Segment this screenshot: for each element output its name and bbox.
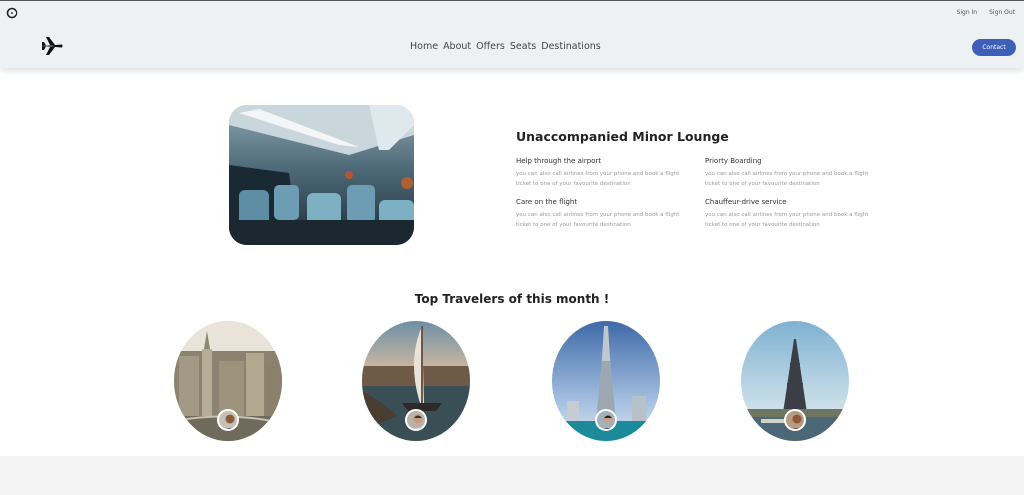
feature-desc-line1: you can also call airlines from your pho… <box>705 212 869 218</box>
feature-chauffeur-drive: Chauffeur-drive service you can also cal… <box>705 198 880 230</box>
feature-title: Chauffeur-drive service <box>705 198 787 206</box>
feature-desc-line1: you can also call airlines from your pho… <box>516 171 680 177</box>
traveler-card-dubai[interactable] <box>552 321 660 441</box>
feature-desc-line2: ticket to one of your favourite destinat… <box>705 222 820 228</box>
traveler-avatar <box>217 409 239 431</box>
traveler-avatar <box>784 409 806 431</box>
nav-offers[interactable]: Offers <box>476 41 505 52</box>
nav-about[interactable]: About <box>443 41 471 52</box>
traveler-avatar <box>405 409 427 431</box>
account-links: Sign In Sign Out <box>957 9 1015 16</box>
feature-title: Priorty Boarding <box>705 157 762 165</box>
sign-in-link[interactable]: Sign In <box>957 9 978 16</box>
nav-seats[interactable]: Seats <box>510 41 536 52</box>
contact-button[interactable]: Contact <box>972 39 1016 56</box>
feature-desc-line1: you can also call airlines from your pho… <box>516 212 680 218</box>
lounge-title: Unaccompanied Minor Lounge <box>516 129 729 144</box>
footer-band <box>0 456 1024 495</box>
feature-desc-line1: you can also call airlines from your pho… <box>705 171 869 177</box>
feature-priority-boarding: Priorty Boarding you can also call airli… <box>705 157 880 189</box>
feature-airport-help: Help through the airport you can also ca… <box>516 157 691 189</box>
feature-title: Help through the airport <box>516 157 602 165</box>
feature-desc-line2: ticket to one of your favourite destinat… <box>705 181 820 187</box>
feature-title: Care on the flight <box>516 198 578 206</box>
circle-logo-icon[interactable] <box>6 7 18 19</box>
sign-out-link[interactable]: Sign Out <box>989 9 1015 16</box>
feature-care-on-flight: Care on the flight you can also call air… <box>516 198 691 230</box>
nav-home[interactable]: Home <box>410 41 438 52</box>
feature-desc-line2: ticket to one of your favourite destinat… <box>516 222 631 228</box>
traveler-avatar <box>595 409 617 431</box>
airplane-cabin-image <box>229 105 414 245</box>
feature-desc-line2: ticket to one of your favourite destinat… <box>516 181 631 187</box>
main-nav: Home About Offers Seats Destinations <box>410 41 601 52</box>
traveler-card-london[interactable] <box>174 321 282 441</box>
nav-destinations[interactable]: Destinations <box>541 41 600 52</box>
traveler-card-nile[interactable] <box>362 321 470 441</box>
airplane-icon[interactable] <box>41 36 63 56</box>
header: Sign In Sign Out Home About Offers Seats… <box>0 0 1024 68</box>
travelers-title: Top Travelers of this month ! <box>414 292 610 306</box>
traveler-card-paris[interactable] <box>741 321 849 441</box>
